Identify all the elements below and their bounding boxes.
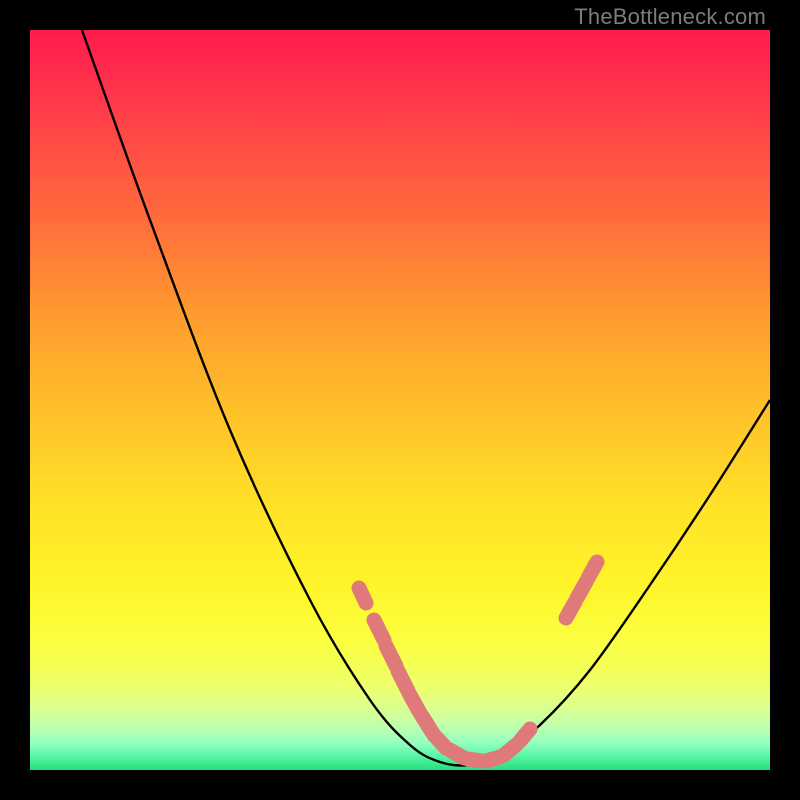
curve-marker: [359, 588, 366, 603]
curve-svg: [30, 30, 770, 770]
curve-marker: [520, 729, 530, 741]
outer-frame: TheBottleneck.com: [0, 0, 800, 800]
watermark-text: TheBottleneck.com: [574, 4, 766, 30]
bottleneck-curve-path: [82, 30, 770, 765]
curve-marker: [374, 620, 384, 640]
curve-marker: [386, 646, 396, 666]
curve-marker: [588, 562, 597, 578]
curve-marker: [398, 671, 408, 691]
curve-marker: [504, 745, 516, 755]
